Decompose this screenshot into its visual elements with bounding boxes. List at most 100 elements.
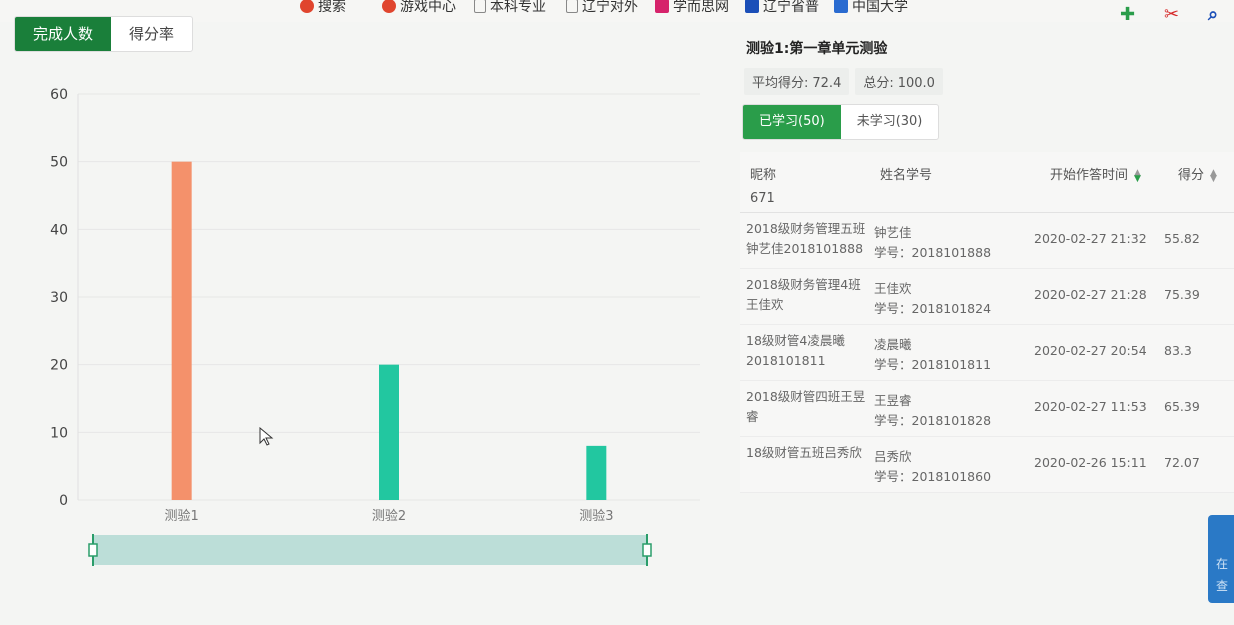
y-tick-label: 60 xyxy=(50,87,68,103)
header-extra-text: 671 xyxy=(750,191,775,206)
bookmark-label: 游戏中心 xyxy=(400,0,456,15)
table-header: 昵称 671 姓名学号 开始作答时间 ▲ ▼ 得分 ▲ ▼ xyxy=(740,152,1234,213)
header-name-id: 姓名学号 xyxy=(880,168,933,183)
tab-unlearned[interactable]: 未学习(30) xyxy=(841,105,939,139)
bookmark-label: 中国大学 xyxy=(852,0,908,15)
row-name-id: 王佳欢 学号：2018101824 xyxy=(874,279,991,319)
search-icon[interactable]: ⌕ xyxy=(1208,4,1218,25)
bar xyxy=(379,364,399,500)
total-label: 总分: xyxy=(863,76,894,91)
bookmark-item[interactable]: 辽宁省普 xyxy=(745,0,819,16)
bookmark-item[interactable]: 游戏中心 xyxy=(382,0,456,16)
header-nickname: 昵称 671 xyxy=(750,164,776,206)
mouse-cursor-icon xyxy=(259,427,274,446)
table-row: 2018级财务管理4班王佳欢 王佳欢 学号：2018101824 2020-02-27… xyxy=(740,269,1234,325)
header-nickname-label: 昵称 xyxy=(750,168,777,183)
y-tick-label: 30 xyxy=(50,290,68,306)
page-icon xyxy=(474,0,486,13)
row-score: 65.39 xyxy=(1164,399,1200,414)
row-start-time: 2020-02-27 21:28 xyxy=(1034,287,1147,302)
row-name-id: 吕秀欣学号：2018101860 xyxy=(874,447,991,487)
row-nickname: 18级财管五班吕秀欣 xyxy=(746,445,862,460)
bookmark-label: 辽宁对外 xyxy=(582,0,638,15)
table-body: 2018级财务管理五班钟艺佳2018101888 钟艺佳 学号：2018101888… xyxy=(740,213,1234,493)
chart-svg: 0 10 20 30 40 50 60 测验1 测验2 测验3 xyxy=(50,87,700,566)
row-name-id: 凌晨曦学号：2018101811 xyxy=(874,335,991,375)
x-tick-label: 测验3 xyxy=(579,508,613,524)
row-name: 王昱睿 xyxy=(874,393,912,408)
row-start-time: 2020-02-26 15:11 xyxy=(1034,455,1147,470)
bookmark-item[interactable]: 辽宁对外 xyxy=(566,0,638,16)
y-tick-label: 20 xyxy=(50,358,68,374)
y-tick-label: 0 xyxy=(59,493,68,509)
bookmark-item[interactable]: 本科专业 xyxy=(474,0,546,16)
bookmark-item[interactable]: 搜索 xyxy=(300,0,346,16)
tab-score-rate[interactable]: 得分率 xyxy=(111,17,192,51)
row-name-id: 王昱睿 学号：2018101828 xyxy=(874,391,991,431)
row-student-id: 学号：2018101888 xyxy=(874,245,992,260)
sort-icon: ▲ ▼ xyxy=(1134,167,1141,184)
table-row: 18级财管4凌晨曦2018101811 凌晨曦学号：2018101811 2020-… xyxy=(740,325,1234,381)
bookmark-item[interactable]: 学而思网 xyxy=(655,0,729,16)
range-handle-left-grip xyxy=(88,543,98,557)
side-button-text: 在 xyxy=(1216,557,1229,571)
row-name: 钟艺佳 xyxy=(874,225,912,240)
avg-label: 平均得分: xyxy=(752,76,809,91)
row-score: 75.39 xyxy=(1164,287,1200,302)
row-score: 72.07 xyxy=(1164,455,1200,470)
y-tick-label: 40 xyxy=(50,222,68,238)
row-score: 83.3 xyxy=(1164,343,1192,358)
row-student-id: 学号：2018101860 xyxy=(874,469,992,484)
header-start-time-label: 开始作答时间 xyxy=(1050,168,1129,183)
row-name: 凌晨曦 xyxy=(874,337,912,352)
range-handle-right-grip xyxy=(642,543,652,557)
flag-icon xyxy=(834,0,848,13)
quiz-title: 测验1:第一章单元测验 xyxy=(746,41,888,57)
bar xyxy=(171,161,192,500)
bookmark-label: 搜索 xyxy=(318,0,346,15)
x-tick-label: 测验1 xyxy=(165,508,199,524)
bookmark-item[interactable]: 中国大学 xyxy=(834,0,908,16)
completion-chart: 0 10 20 30 40 50 60 测验1 测验2 测验3 xyxy=(0,60,720,580)
row-start-time: 2020-02-27 21:32 xyxy=(1034,231,1147,246)
side-float-button[interactable]: 在 查 xyxy=(1208,515,1234,603)
student-table: 昵称 671 姓名学号 开始作答时间 ▲ ▼ 得分 ▲ ▼ 2018级财务管理五班钟艺佳… xyxy=(740,152,1234,493)
header-start-time[interactable]: 开始作答时间 ▲ ▼ xyxy=(1050,164,1141,183)
bookmark-label: 本科专业 xyxy=(490,0,546,15)
table-row: 2018级财管四班王昱睿 王昱睿 学号：2018101828 2020-02-27 1… xyxy=(740,381,1234,437)
row-name-id: 钟艺佳学号：2018101888 xyxy=(874,223,991,263)
row-nickname: 2018级财务管理4班王佳欢 xyxy=(746,277,861,312)
row-nickname: 18级财管4凌晨曦2018101811 xyxy=(746,333,845,368)
row-nickname: 2018级财务管理五班钟艺佳2018101888 xyxy=(746,221,866,256)
x-tick-label: 测验2 xyxy=(372,508,406,524)
tab-completed[interactable]: 完成人数 xyxy=(15,17,112,51)
y-tick-label: 50 xyxy=(50,155,68,171)
bookmark-icon xyxy=(382,0,396,13)
bookmark-label: 学而思网 xyxy=(673,0,729,15)
tab-learned[interactable]: 已学习(50) xyxy=(743,105,841,139)
row-name: 王佳欢 xyxy=(874,281,912,296)
scissors-icon[interactable]: ✂ xyxy=(1164,4,1179,25)
row-score: 55.82 xyxy=(1164,231,1200,246)
side-button-text: 查 xyxy=(1216,579,1229,593)
bookmark-icon xyxy=(300,0,314,13)
pc-icon xyxy=(745,0,759,13)
bookmark-label: 辽宁省普 xyxy=(763,0,819,15)
puzzle-icon[interactable]: ✚ xyxy=(1120,4,1135,25)
view-toggle: 完成人数 得分率 xyxy=(14,16,194,52)
learning-status-tabs: 已学习(50) 未学习(30) xyxy=(742,104,940,140)
avg-value: 72.4 xyxy=(812,76,842,91)
row-start-time: 2020-02-27 20:54 xyxy=(1034,343,1147,358)
xueersi-icon xyxy=(655,0,669,13)
row-start-time: 2020-02-27 11:53 xyxy=(1034,399,1147,414)
page-icon xyxy=(566,0,578,13)
header-score-label: 得分 xyxy=(1178,168,1205,183)
range-slider xyxy=(92,535,648,565)
header-score[interactable]: 得分 ▲ ▼ xyxy=(1178,164,1217,183)
total-score: 总分: 100.0 xyxy=(855,68,943,95)
row-nickname: 2018级财管四班王昱睿 xyxy=(746,389,866,424)
row-student-id: 学号：2018101811 xyxy=(874,357,992,372)
average-score: 平均得分: 72.4 xyxy=(744,68,850,95)
sort-icon: ▲ ▼ xyxy=(1210,167,1217,184)
row-name: 吕秀欣 xyxy=(874,449,912,464)
